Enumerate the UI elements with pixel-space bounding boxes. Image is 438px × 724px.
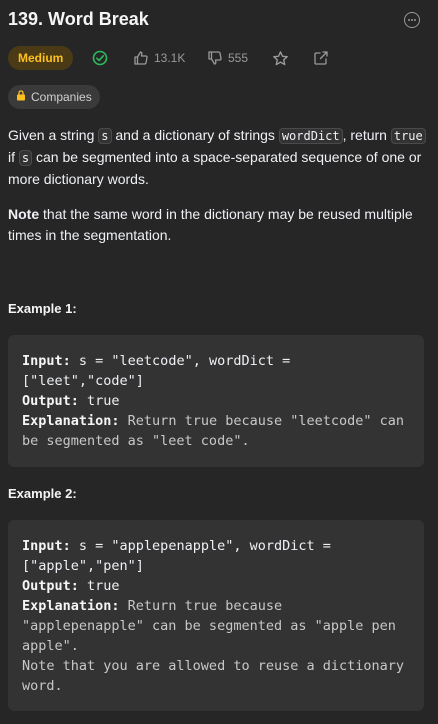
- inline-code: true: [390, 128, 426, 144]
- problem-title: 139. Word Break: [8, 9, 149, 29]
- likes-count: 13.1K: [154, 51, 186, 65]
- inline-code: s: [98, 128, 112, 144]
- note-paragraph: Note that the same word in the dictionar…: [8, 206, 413, 243]
- companies-label: Companies: [31, 90, 92, 104]
- dislikes-count: 555: [228, 51, 249, 65]
- difficulty-badge[interactable]: Medium: [8, 46, 74, 70]
- star-icon[interactable]: [272, 46, 289, 70]
- companies-tag[interactable]: Companies: [8, 85, 100, 109]
- lock-icon: [16, 90, 26, 104]
- example-1-title: Example 1:: [8, 301, 77, 316]
- solved-check-icon: [92, 46, 108, 70]
- thumbs-up-icon: [133, 50, 149, 66]
- dislike-button[interactable]: 555: [207, 46, 248, 70]
- thumbs-down-icon: [207, 50, 223, 66]
- inline-code: s: [18, 150, 33, 166]
- like-button[interactable]: 13.1K: [133, 46, 185, 70]
- example-2-title: Example 2:: [8, 486, 77, 501]
- example-1-block: Input: s = "leetcode", wordDict = ["leet…: [8, 335, 424, 467]
- example-2-block: Input: s = "applepenapple", wordDict = […: [8, 520, 424, 711]
- problem-meta-row: Medium 13.1K 555: [8, 46, 428, 70]
- problem-description: Given a string s and a dictionary of str…: [8, 125, 428, 190]
- share-icon[interactable]: [313, 46, 329, 70]
- inline-code: wordDict: [278, 128, 343, 144]
- more-options-icon[interactable]: [404, 12, 420, 28]
